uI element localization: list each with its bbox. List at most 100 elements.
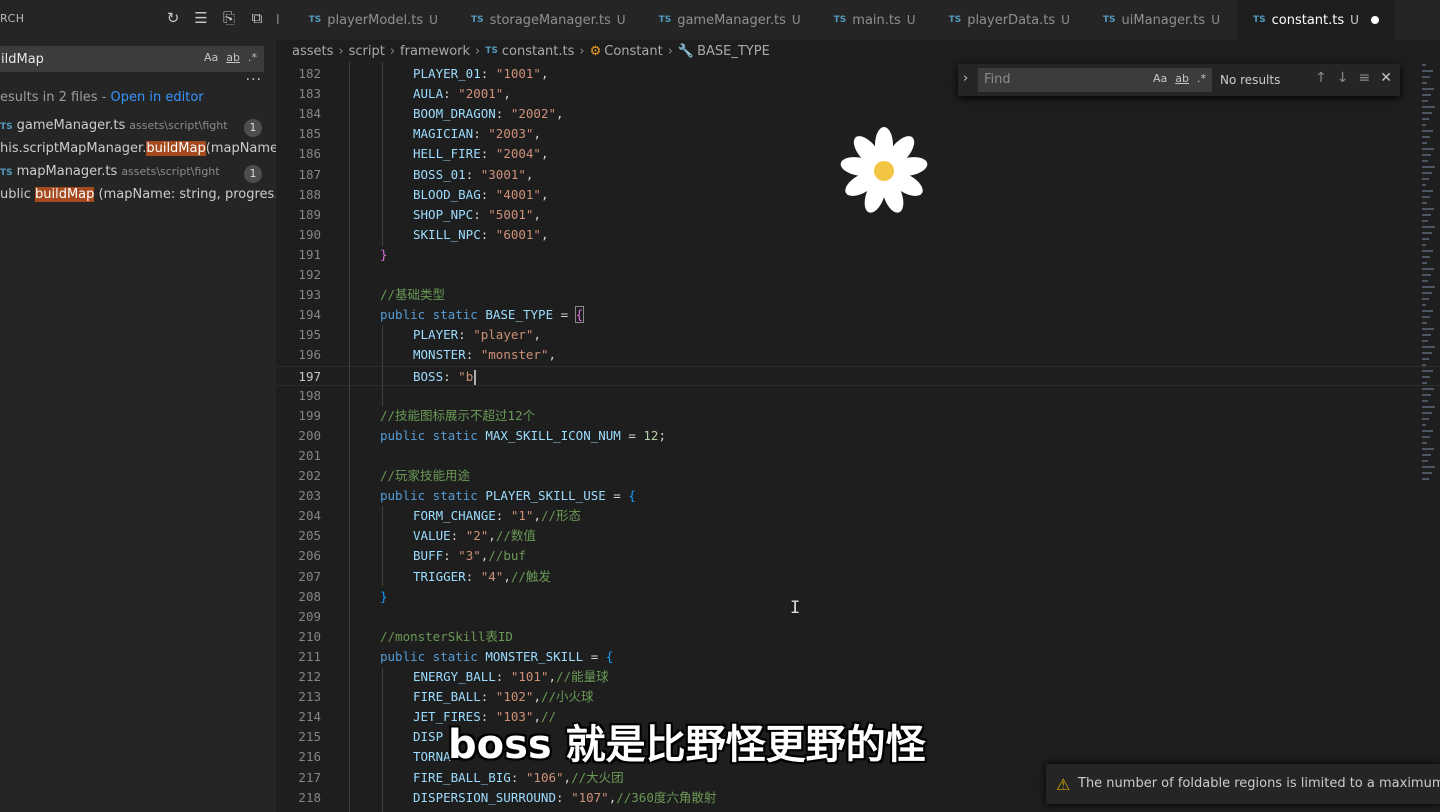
find-in-selection-icon[interactable]: ≡ bbox=[1359, 70, 1371, 86]
code-line[interactable]: 200 public static MAX_SKILL_ICON_NUM = 12… bbox=[276, 426, 1440, 446]
code-text: BOOM_DRAGON: "2002", bbox=[413, 104, 564, 124]
minimap[interactable] bbox=[1422, 64, 1436, 524]
code-line[interactable]: 194 public static BASE_TYPE = { bbox=[276, 305, 1440, 325]
code-token: "106" bbox=[525, 769, 564, 785]
match-whole-word-icon[interactable]: ab bbox=[226, 51, 240, 64]
result-file-mapmanager[interactable]: TS mapManager.ts assets\script\fight 1 bbox=[0, 164, 276, 186]
match-highlight: buildMap bbox=[35, 187, 95, 202]
tab-2[interactable]: TS storageManager.ts U bbox=[455, 0, 643, 40]
breadcrumb-folder[interactable]: script bbox=[349, 44, 385, 59]
search-sidebar: RCH ↻ ☰ ⎘ ⧉ ildMap Aa ab .* ··· esults i… bbox=[0, 0, 276, 812]
line-number: 205 bbox=[298, 528, 321, 544]
minimap-line bbox=[1422, 274, 1431, 276]
tab-4[interactable]: TS main.ts U bbox=[818, 0, 933, 40]
code-token: TRIGGER bbox=[413, 568, 466, 584]
code-line[interactable]: 199 //技能图标展示不超过12个 bbox=[276, 406, 1440, 426]
minimap-line bbox=[1422, 430, 1433, 432]
code-line[interactable]: 203 public static PLAYER_SKILL_USE = { bbox=[276, 486, 1440, 506]
match-whole-word-icon[interactable]: ab bbox=[1175, 72, 1189, 85]
result-match-line[interactable]: ublic buildMap (mapName: string, progres… bbox=[0, 187, 276, 209]
minimap-line bbox=[1422, 424, 1426, 426]
code-token: : bbox=[443, 548, 459, 564]
minimap-line bbox=[1422, 76, 1430, 78]
code-line[interactable]: 205 VALUE: "2",//数值 bbox=[276, 526, 1440, 546]
typescript-file-icon: TS bbox=[470, 15, 484, 25]
unsaved-dot-icon[interactable] bbox=[1370, 16, 1379, 24]
close-icon[interactable]: ✕ bbox=[1380, 70, 1392, 86]
breadcrumb-folder[interactable]: framework bbox=[400, 44, 470, 59]
code-token: //技能图标展示不超过12个 bbox=[380, 407, 536, 423]
toggle-replace-icon[interactable]: › bbox=[963, 71, 968, 86]
match-case-icon[interactable]: Aa bbox=[204, 51, 218, 64]
tab-7[interactable]: TS constant.ts U bbox=[1236, 0, 1396, 40]
minimap-line bbox=[1422, 184, 1426, 186]
code-line[interactable]: 184 BOOM_DRAGON: "2002", bbox=[276, 104, 1440, 124]
notification-toast[interactable]: ⚠ The number of foldable regions is limi… bbox=[1046, 764, 1440, 804]
chevron-right-icon: › bbox=[667, 43, 673, 59]
line-number: 198 bbox=[298, 387, 321, 403]
breadcrumb-member[interactable]: BASE_TYPE bbox=[697, 44, 770, 59]
tab-6[interactable]: TS uiManager.ts U bbox=[1087, 0, 1237, 40]
code-line[interactable]: 212 ENERGY_BALL: "101",//能量球 bbox=[276, 667, 1440, 687]
line-number: 204 bbox=[298, 508, 321, 524]
code-line[interactable]: 211 public static MONSTER_SKILL = { bbox=[276, 647, 1440, 667]
tab-5[interactable]: TS playerData.ts U bbox=[933, 0, 1087, 40]
search-input[interactable]: ildMap Aa ab .* bbox=[0, 46, 264, 72]
minimap-line bbox=[1422, 334, 1431, 336]
code-line[interactable]: 206 BUFF: "3",//buf bbox=[276, 546, 1440, 566]
code-line[interactable]: 190 SKILL_NPC: "6001", bbox=[276, 225, 1440, 245]
more-actions-icon[interactable]: ··· bbox=[246, 72, 262, 88]
refresh-icon[interactable]: ↻ bbox=[164, 9, 182, 27]
previous-match-icon[interactable]: ↑ bbox=[1315, 70, 1327, 86]
minimap-line bbox=[1422, 442, 1427, 444]
collapse-all-icon[interactable]: ⧉ bbox=[248, 9, 266, 27]
code-line[interactable]: 193 //基础类型 bbox=[276, 285, 1440, 305]
code-line[interactable]: 198 bbox=[276, 386, 1440, 406]
code-line[interactable]: 213 FIRE_BALL: "102",//小火球 bbox=[276, 687, 1440, 707]
code-line[interactable]: 210 //monsterSkill表ID bbox=[276, 627, 1440, 647]
code-line[interactable]: 192 bbox=[276, 265, 1440, 285]
minimap-line bbox=[1422, 268, 1434, 270]
code-line[interactable]: 208} bbox=[276, 587, 1440, 607]
code-line[interactable]: 191} bbox=[276, 245, 1440, 265]
code-token: 12 bbox=[643, 427, 659, 443]
minimap-line bbox=[1422, 448, 1434, 450]
result-file-gamemanager[interactable]: TS gameManager.ts assets\script\fight 1 bbox=[0, 118, 276, 140]
chevron-right-icon: › bbox=[389, 43, 396, 59]
use-regex-icon[interactable]: .* bbox=[1197, 72, 1206, 85]
result-match-line[interactable]: his.scriptMapManager.buildMap(mapName... bbox=[0, 141, 276, 163]
code-token: PLAYER_01 bbox=[413, 66, 481, 81]
clear-results-icon[interactable]: ☰ bbox=[192, 9, 210, 27]
code-line[interactable]: 207 TRIGGER: "4",//触发 bbox=[276, 567, 1440, 587]
code-text: BOSS_01: "3001", bbox=[413, 165, 533, 185]
minimap-line bbox=[1422, 244, 1426, 246]
code-token: //buf bbox=[488, 548, 526, 564]
match-case-icon[interactable]: Aa bbox=[1153, 72, 1167, 85]
code-token: //触发 bbox=[510, 568, 551, 584]
text-caret bbox=[474, 369, 477, 385]
line-number: 189 bbox=[298, 206, 321, 222]
line-number: 199 bbox=[298, 407, 321, 423]
code-line[interactable]: 202 //玩家技能用途 bbox=[276, 466, 1440, 486]
code-line[interactable]: 197 BOSS: "b bbox=[276, 365, 1440, 386]
tab-1[interactable]: TS playerModel.ts U bbox=[293, 0, 455, 40]
minimap-line bbox=[1422, 70, 1433, 72]
find-input[interactable]: Find Aa ab .* bbox=[978, 68, 1212, 92]
daisy-sticker-icon bbox=[840, 127, 928, 213]
breadcrumb-class[interactable]: Constant bbox=[604, 44, 662, 59]
tab-label: playerData.ts bbox=[967, 12, 1056, 28]
code-line[interactable]: 209 bbox=[276, 607, 1440, 627]
code-line[interactable]: 201 bbox=[276, 446, 1440, 466]
code-line[interactable]: 196 MONSTER: "monster", bbox=[276, 345, 1440, 365]
breadcrumb-file[interactable]: constant.ts bbox=[502, 44, 575, 59]
breadcrumb-folder[interactable]: assets bbox=[292, 44, 333, 59]
new-search-editor-icon[interactable]: ⎘ bbox=[220, 9, 238, 27]
next-match-icon[interactable]: ↓ bbox=[1337, 70, 1349, 86]
line-number: 209 bbox=[298, 608, 321, 624]
use-regex-icon[interactable]: .* bbox=[248, 51, 257, 64]
tab-3[interactable]: TS gameManager.ts U bbox=[643, 0, 818, 40]
tab-0[interactable]: l bbox=[276, 0, 293, 40]
code-line[interactable]: 204 FORM_CHANGE: "1",//形态 bbox=[276, 506, 1440, 526]
code-line[interactable]: 195 PLAYER: "player", bbox=[276, 325, 1440, 345]
open-in-editor-link[interactable]: Open in editor bbox=[111, 90, 204, 105]
